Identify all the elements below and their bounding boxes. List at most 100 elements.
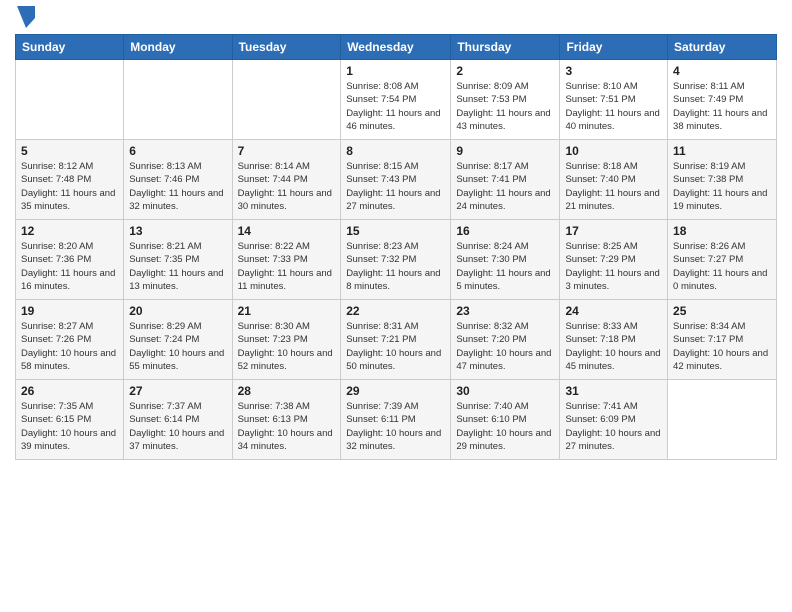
day-header-monday: Monday (124, 35, 232, 60)
calendar-cell: 21 Sunrise: 8:30 AM Sunset: 7:23 PM Dayli… (232, 300, 341, 380)
cell-info-text: Sunrise: 7:41 AM Sunset: 6:09 PM Dayligh… (565, 400, 662, 453)
cell-day-number: 9 (456, 144, 554, 158)
cell-info-text: Sunrise: 8:33 AM Sunset: 7:18 PM Dayligh… (565, 320, 662, 373)
cell-info-text: Sunrise: 7:37 AM Sunset: 6:14 PM Dayligh… (129, 400, 226, 453)
calendar-cell: 2 Sunrise: 8:09 AM Sunset: 7:53 PM Daylig… (451, 60, 560, 140)
cell-info-text: Sunrise: 8:29 AM Sunset: 7:24 PM Dayligh… (129, 320, 226, 373)
cell-day-number: 22 (346, 304, 445, 318)
calendar-cell: 10 Sunrise: 8:18 AM Sunset: 7:40 PM Dayli… (560, 140, 668, 220)
calendar-cell: 17 Sunrise: 8:25 AM Sunset: 7:29 PM Dayli… (560, 220, 668, 300)
cell-info-text: Sunrise: 8:31 AM Sunset: 7:21 PM Dayligh… (346, 320, 445, 373)
cell-info-text: Sunrise: 8:27 AM Sunset: 7:26 PM Dayligh… (21, 320, 118, 373)
cell-info-text: Sunrise: 8:14 AM Sunset: 7:44 PM Dayligh… (238, 160, 336, 213)
calendar-cell (668, 380, 777, 460)
cell-info-text: Sunrise: 8:23 AM Sunset: 7:32 PM Dayligh… (346, 240, 445, 293)
cell-day-number: 20 (129, 304, 226, 318)
cell-day-number: 26 (21, 384, 118, 398)
cell-day-number: 13 (129, 224, 226, 238)
calendar-cell: 30 Sunrise: 7:40 AM Sunset: 6:10 PM Dayli… (451, 380, 560, 460)
week-row-2: 5 Sunrise: 8:12 AM Sunset: 7:48 PM Daylig… (16, 140, 777, 220)
cell-day-number: 21 (238, 304, 336, 318)
calendar-cell (16, 60, 124, 140)
calendar-cell: 27 Sunrise: 7:37 AM Sunset: 6:14 PM Dayli… (124, 380, 232, 460)
cell-info-text: Sunrise: 7:35 AM Sunset: 6:15 PM Dayligh… (21, 400, 118, 453)
week-row-5: 26 Sunrise: 7:35 AM Sunset: 6:15 PM Dayli… (16, 380, 777, 460)
cell-info-text: Sunrise: 8:32 AM Sunset: 7:20 PM Dayligh… (456, 320, 554, 373)
cell-day-number: 31 (565, 384, 662, 398)
cell-day-number: 8 (346, 144, 445, 158)
cell-day-number: 19 (21, 304, 118, 318)
cell-day-number: 7 (238, 144, 336, 158)
cell-info-text: Sunrise: 8:09 AM Sunset: 7:53 PM Dayligh… (456, 80, 554, 133)
cell-day-number: 12 (21, 224, 118, 238)
cell-day-number: 23 (456, 304, 554, 318)
cell-info-text: Sunrise: 8:18 AM Sunset: 7:40 PM Dayligh… (565, 160, 662, 213)
cell-day-number: 15 (346, 224, 445, 238)
header (15, 10, 777, 28)
calendar-table: SundayMondayTuesdayWednesdayThursdayFrid… (15, 34, 777, 460)
cell-info-text: Sunrise: 7:39 AM Sunset: 6:11 PM Dayligh… (346, 400, 445, 453)
calendar-cell: 31 Sunrise: 7:41 AM Sunset: 6:09 PM Dayli… (560, 380, 668, 460)
cell-day-number: 11 (673, 144, 771, 158)
cell-day-number: 5 (21, 144, 118, 158)
cell-info-text: Sunrise: 8:13 AM Sunset: 7:46 PM Dayligh… (129, 160, 226, 213)
cell-day-number: 3 (565, 64, 662, 78)
cell-day-number: 17 (565, 224, 662, 238)
calendar-cell: 23 Sunrise: 8:32 AM Sunset: 7:20 PM Dayli… (451, 300, 560, 380)
week-row-3: 12 Sunrise: 8:20 AM Sunset: 7:36 PM Dayli… (16, 220, 777, 300)
cell-day-number: 14 (238, 224, 336, 238)
calendar-cell: 15 Sunrise: 8:23 AM Sunset: 7:32 PM Dayli… (341, 220, 451, 300)
day-header-thursday: Thursday (451, 35, 560, 60)
cell-info-text: Sunrise: 8:17 AM Sunset: 7:41 PM Dayligh… (456, 160, 554, 213)
cell-day-number: 25 (673, 304, 771, 318)
cell-day-number: 30 (456, 384, 554, 398)
cell-info-text: Sunrise: 7:40 AM Sunset: 6:10 PM Dayligh… (456, 400, 554, 453)
cell-info-text: Sunrise: 7:38 AM Sunset: 6:13 PM Dayligh… (238, 400, 336, 453)
calendar-cell: 26 Sunrise: 7:35 AM Sunset: 6:15 PM Dayli… (16, 380, 124, 460)
cell-day-number: 10 (565, 144, 662, 158)
cell-info-text: Sunrise: 8:11 AM Sunset: 7:49 PM Dayligh… (673, 80, 771, 133)
day-header-tuesday: Tuesday (232, 35, 341, 60)
cell-day-number: 27 (129, 384, 226, 398)
calendar-cell: 4Sunrise: 8:11 AM Sunset: 7:49 PM Daylig… (668, 60, 777, 140)
calendar-cell: 20 Sunrise: 8:29 AM Sunset: 7:24 PM Dayli… (124, 300, 232, 380)
cell-info-text: Sunrise: 8:12 AM Sunset: 7:48 PM Dayligh… (21, 160, 118, 213)
cell-day-number: 6 (129, 144, 226, 158)
day-header-sunday: Sunday (16, 35, 124, 60)
cell-day-number: 2 (456, 64, 554, 78)
day-header-friday: Friday (560, 35, 668, 60)
day-header-saturday: Saturday (668, 35, 777, 60)
cell-info-text: Sunrise: 8:24 AM Sunset: 7:30 PM Dayligh… (456, 240, 554, 293)
page: SundayMondayTuesdayWednesdayThursdayFrid… (0, 0, 792, 612)
calendar-cell: 19 Sunrise: 8:27 AM Sunset: 7:26 PM Dayli… (16, 300, 124, 380)
calendar-cell: 3Sunrise: 8:10 AM Sunset: 7:51 PM Daylig… (560, 60, 668, 140)
cell-day-number: 16 (456, 224, 554, 238)
cell-info-text: Sunrise: 8:19 AM Sunset: 7:38 PM Dayligh… (673, 160, 771, 213)
calendar-cell: 22 Sunrise: 8:31 AM Sunset: 7:21 PM Dayli… (341, 300, 451, 380)
cell-day-number: 28 (238, 384, 336, 398)
cell-info-text: Sunrise: 8:20 AM Sunset: 7:36 PM Dayligh… (21, 240, 118, 293)
cell-day-number: 1 (346, 64, 445, 78)
calendar-cell: 9 Sunrise: 8:17 AM Sunset: 7:41 PM Daylig… (451, 140, 560, 220)
calendar-cell (124, 60, 232, 140)
cell-info-text: Sunrise: 8:25 AM Sunset: 7:29 PM Dayligh… (565, 240, 662, 293)
calendar-cell: 6 Sunrise: 8:13 AM Sunset: 7:46 PM Daylig… (124, 140, 232, 220)
calendar-cell: 7 Sunrise: 8:14 AM Sunset: 7:44 PM Daylig… (232, 140, 341, 220)
calendar-cell: 8Sunrise: 8:15 AM Sunset: 7:43 PM Daylig… (341, 140, 451, 220)
cell-day-number: 29 (346, 384, 445, 398)
calendar-cell: 5 Sunrise: 8:12 AM Sunset: 7:48 PM Daylig… (16, 140, 124, 220)
cell-info-text: Sunrise: 8:30 AM Sunset: 7:23 PM Dayligh… (238, 320, 336, 373)
calendar-cell: 24Sunrise: 8:33 AM Sunset: 7:18 PM Dayli… (560, 300, 668, 380)
calendar-cell (232, 60, 341, 140)
cell-info-text: Sunrise: 8:34 AM Sunset: 7:17 PM Dayligh… (673, 320, 771, 373)
calendar-header-row: SundayMondayTuesdayWednesdayThursdayFrid… (16, 35, 777, 60)
cell-day-number: 18 (673, 224, 771, 238)
calendar-cell: 14 Sunrise: 8:22 AM Sunset: 7:33 PM Dayli… (232, 220, 341, 300)
cell-info-text: Sunrise: 8:22 AM Sunset: 7:33 PM Dayligh… (238, 240, 336, 293)
week-row-1: 1Sunrise: 8:08 AM Sunset: 7:54 PM Daylig… (16, 60, 777, 140)
logo-icon (17, 6, 35, 28)
week-row-4: 19 Sunrise: 8:27 AM Sunset: 7:26 PM Dayli… (16, 300, 777, 380)
calendar-cell: 13Sunrise: 8:21 AM Sunset: 7:35 PM Dayli… (124, 220, 232, 300)
calendar-cell: 28 Sunrise: 7:38 AM Sunset: 6:13 PM Dayli… (232, 380, 341, 460)
calendar-cell: 1Sunrise: 8:08 AM Sunset: 7:54 PM Daylig… (341, 60, 451, 140)
